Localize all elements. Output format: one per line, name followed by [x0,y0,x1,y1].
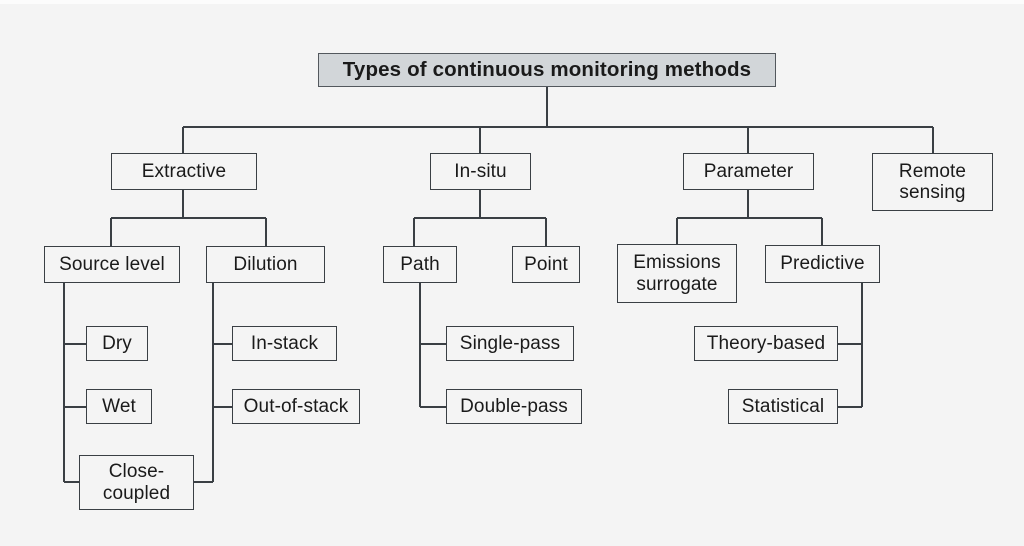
top-edge-strip [0,0,1024,4]
node-close-coupled: Close- coupled [79,455,194,510]
node-point: Point [512,246,580,283]
diagram-canvas: Types of continuous monitoring methods E… [0,0,1024,546]
node-dilution: Dilution [206,246,325,283]
node-extractive: Extractive [111,153,257,190]
node-root: Types of continuous monitoring methods [318,53,776,87]
node-single-pass: Single-pass [446,326,574,361]
node-double-pass: Double-pass [446,389,582,424]
node-in-situ: In-situ [430,153,531,190]
node-statistical: Statistical [728,389,838,424]
node-remote-sensing: Remote sensing [872,153,993,211]
node-dry: Dry [86,326,148,361]
node-out-of-stack: Out-of-stack [232,389,360,424]
node-wet: Wet [86,389,152,424]
node-in-stack: In-stack [232,326,337,361]
node-emissions-surrogate: Emissions surrogate [617,244,737,303]
node-source-level: Source level [44,246,180,283]
node-theory-based: Theory-based [694,326,838,361]
node-path: Path [383,246,457,283]
node-parameter: Parameter [683,153,814,190]
node-predictive: Predictive [765,245,880,283]
